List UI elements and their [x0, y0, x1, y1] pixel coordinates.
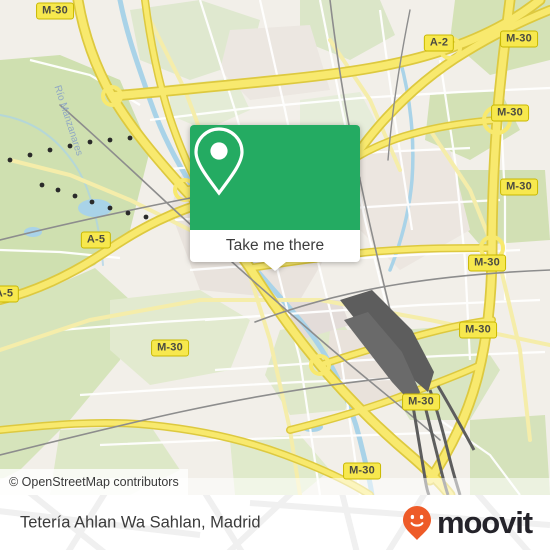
moovit-logo[interactable]: moovit [402, 505, 533, 541]
lake [78, 199, 112, 217]
osm-attribution[interactable]: © OpenStreetMap contributors [0, 469, 188, 495]
highway-shield: A-2 [423, 34, 455, 52]
place-info-card[interactable]: Take me there [190, 125, 360, 271]
highway-shield: M-30 [343, 462, 381, 480]
map-pin-icon [194, 127, 244, 196]
map-canvas[interactable]: Río Manzanares M-30 M-30 A-2 M-30 M-30 A-5 M-3… [0, 0, 550, 495]
place-name-label: Tetería Ahlan Wa Sahlan, Madrid [20, 513, 261, 531]
highway-shield: A-5 [80, 231, 112, 249]
highway-shield: M-30 [468, 254, 506, 272]
highway-shield: M-30 [491, 104, 529, 122]
card-header [190, 125, 360, 230]
highway-shield: A-5 [0, 285, 20, 303]
highway-shield: M-30 [402, 393, 440, 411]
card-pointer-tail [264, 262, 286, 271]
highway-shield: M-30 [459, 321, 497, 339]
highway-shield: M-30 [500, 178, 538, 196]
footer-bar: Tetería Ahlan Wa Sahlan, Madrid moovit [0, 495, 550, 550]
highway-shield: M-30 [36, 2, 74, 20]
take-me-there-label: Take me there [225, 237, 325, 254]
moovit-smiley-pin-icon [402, 505, 431, 540]
moovit-wordmark: moovit [436, 505, 533, 540]
moovit-map-screenshot: Río Manzanares M-30 M-30 A-2 M-30 M-30 A-5 M-3… [0, 0, 550, 550]
highway-shield: M-30 [151, 339, 189, 357]
take-me-there-button[interactable]: Take me there [190, 230, 360, 271]
highway-shield: M-30 [500, 30, 538, 48]
